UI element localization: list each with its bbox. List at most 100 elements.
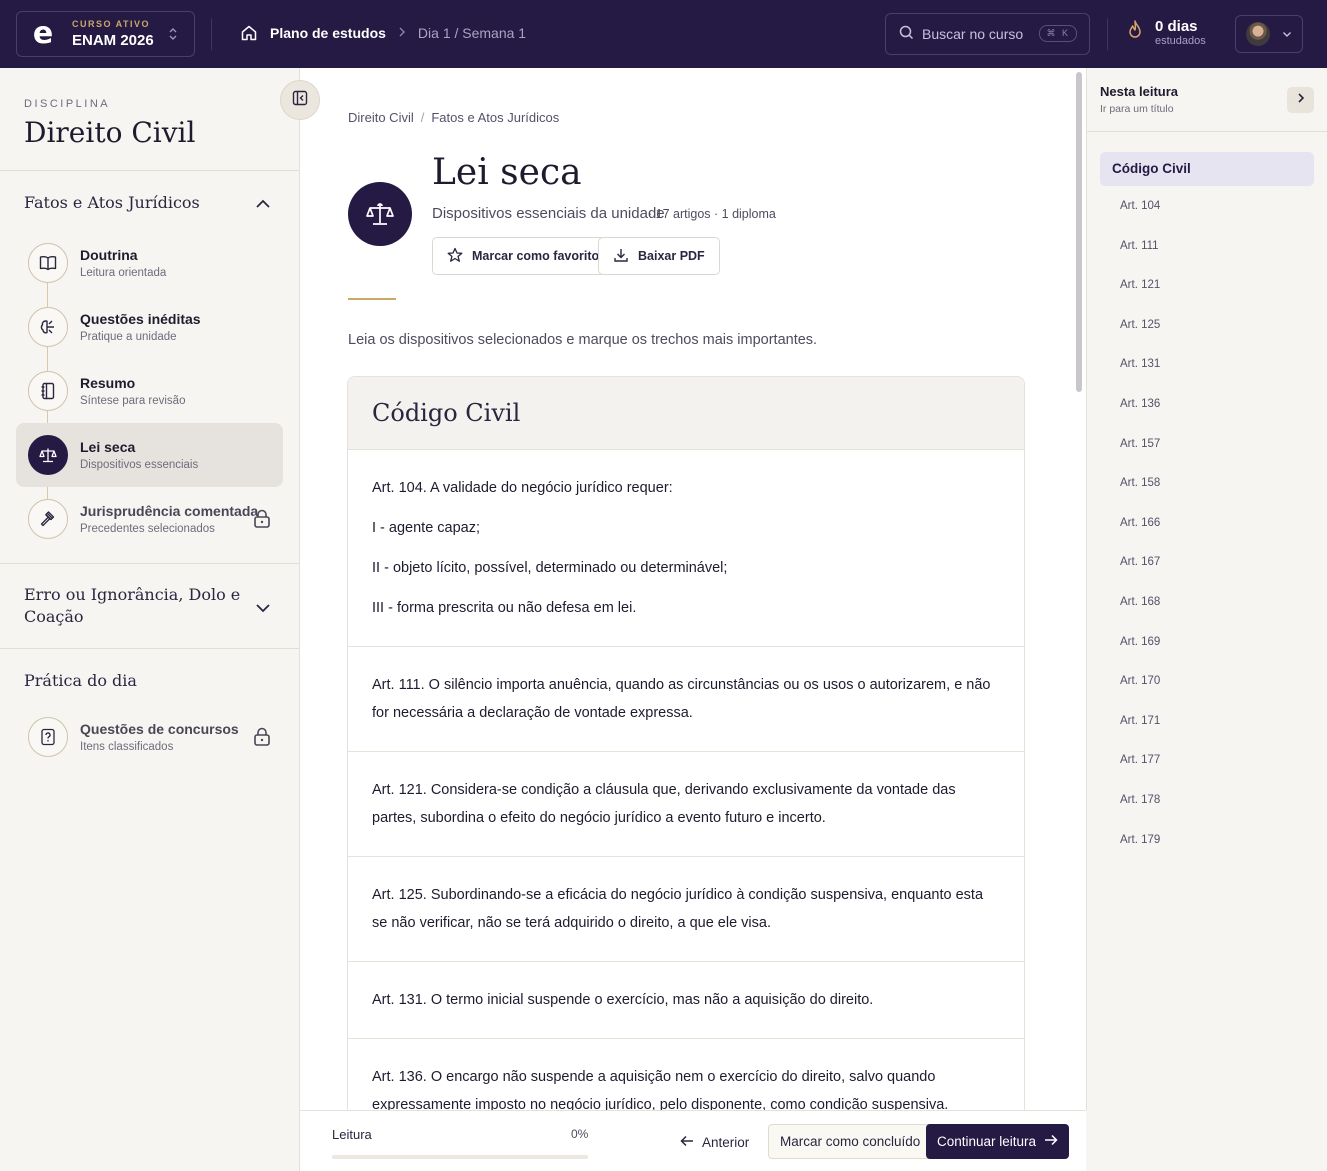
brain-icon bbox=[28, 307, 68, 347]
continue-label: Continuar leitura bbox=[937, 1134, 1037, 1149]
item-subtitle: Itens classificados bbox=[80, 741, 174, 753]
main-scrollbar[interactable] bbox=[1072, 68, 1087, 1110]
toc-item[interactable]: Art. 167 bbox=[1120, 554, 1160, 594]
scrollbar-thumb[interactable] bbox=[1076, 72, 1082, 392]
toc-item[interactable]: Art. 158 bbox=[1120, 475, 1160, 515]
toc-item[interactable]: Art. 136 bbox=[1120, 396, 1160, 436]
sidebar-item-jurisprudencia[interactable]: Jurisprudência comentada Precedentes sel… bbox=[16, 487, 283, 551]
chevron-down-icon[interactable] bbox=[255, 600, 271, 618]
toc-item[interactable]: Art. 177 bbox=[1120, 752, 1160, 792]
toc-item[interactable]: Art. 111 bbox=[1120, 238, 1160, 278]
article-111[interactable]: Art. 111. O silêncio importa anuência, q… bbox=[348, 647, 1024, 752]
notebook-icon bbox=[28, 371, 68, 411]
favorite-button[interactable]: Marcar como favorito bbox=[432, 237, 615, 275]
book-icon bbox=[28, 243, 68, 283]
page-subtitle: Dispositivos essenciais da unidade bbox=[432, 205, 665, 222]
main-content: Direito Civil / Fatos e Atos Jurídicos L… bbox=[300, 68, 1072, 1171]
toc-item[interactable]: Art. 121 bbox=[1120, 277, 1160, 317]
study-streak: 0 dias estudados bbox=[1125, 18, 1206, 47]
section-erro-ignorancia[interactable]: Erro ou Ignorância, Dolo e Coação bbox=[24, 584, 244, 628]
top-navigation-bar: e CURSO ATIVO ENAM 2026 Plano de estudos… bbox=[0, 0, 1327, 68]
sidebar-item-questoes-ineditas[interactable]: Questões inéditas Pratique a unidade bbox=[16, 295, 283, 359]
sidebar-item-lei-seca[interactable]: Lei seca Dispositivos essenciais bbox=[16, 423, 283, 487]
chevron-up-icon[interactable] bbox=[255, 196, 271, 214]
sidebar-item-questoes-concursos[interactable]: Questões de concursos Itens classificado… bbox=[16, 705, 283, 769]
article-text: Art. 131. O termo inicial suspende o exe… bbox=[372, 992, 874, 1008]
article-text: Art. 104. A validade do negócio jurídico… bbox=[372, 480, 673, 496]
scales-icon bbox=[348, 182, 412, 246]
divider bbox=[1087, 131, 1327, 132]
divider bbox=[0, 648, 299, 649]
breadcrumb-item[interactable]: Direito Civil bbox=[348, 110, 414, 125]
item-subtitle: Precedentes selecionados bbox=[80, 523, 215, 535]
item-title: Questões inéditas bbox=[80, 311, 201, 327]
avatar bbox=[1246, 22, 1270, 46]
arrow-left-icon bbox=[680, 1135, 694, 1150]
toc-item[interactable]: Art. 125 bbox=[1120, 317, 1160, 357]
bottom-action-bar: Leitura 0% Anterior Marcar como concluíd… bbox=[300, 1110, 1086, 1171]
law-card: Código Civil Art. 104. A validade do neg… bbox=[347, 376, 1025, 1171]
section-fatos-atos[interactable]: Fatos e Atos Jurídicos bbox=[24, 192, 200, 214]
item-title: Resumo bbox=[80, 375, 136, 391]
search-icon bbox=[899, 25, 914, 43]
breadcrumb-item[interactable]: Fatos e Atos Jurídicos bbox=[431, 110, 559, 125]
course-switcher[interactable]: e CURSO ATIVO ENAM 2026 bbox=[16, 11, 195, 57]
item-subtitle: Síntese para revisão bbox=[80, 395, 186, 407]
article-104[interactable]: Art. 104. A validade do negócio jurídico… bbox=[348, 450, 1024, 647]
toc-item[interactable]: Art. 169 bbox=[1120, 634, 1160, 674]
course-name: ENAM 2026 bbox=[72, 32, 154, 49]
toc-item[interactable]: Art. 170 bbox=[1120, 673, 1160, 713]
continue-reading-button[interactable]: Continuar leitura bbox=[926, 1124, 1070, 1159]
top-breadcrumb: Plano de estudos Dia 1 / Semana 1 bbox=[240, 24, 526, 42]
left-sidebar: DISCIPLINA Direito Civil Fatos e Atos Ju… bbox=[0, 68, 300, 1171]
toc-item[interactable]: Art. 168 bbox=[1120, 594, 1160, 634]
table-of-contents: Nesta leitura Ir para um título Código C… bbox=[1087, 68, 1327, 1171]
collapse-sidebar-button[interactable] bbox=[280, 80, 320, 120]
item-title: Questões de concursos bbox=[80, 721, 239, 737]
streak-label: estudados bbox=[1155, 35, 1206, 47]
page-meta: · 17 artigos · 1 diploma bbox=[648, 207, 776, 221]
lock-icon bbox=[253, 727, 271, 752]
chevron-up-down-icon bbox=[168, 26, 178, 43]
article-125[interactable]: Art. 125. Subordinando-se a eficácia do … bbox=[348, 857, 1024, 962]
article-text: Art. 125. Subordinando-se a eficácia do … bbox=[372, 887, 984, 931]
toc-item[interactable]: Art. 179 bbox=[1120, 832, 1160, 872]
toc-item-codigo-civil[interactable]: Código Civil bbox=[1100, 152, 1314, 186]
sidebar-item-resumo[interactable]: Resumo Síntese para revisão bbox=[16, 359, 283, 423]
chevron-right-icon bbox=[398, 25, 406, 41]
scales-icon bbox=[28, 435, 68, 475]
discipline-title: Direito Civil bbox=[24, 116, 196, 149]
previous-button[interactable]: Anterior bbox=[680, 1125, 749, 1159]
item-title: Doutrina bbox=[80, 247, 138, 263]
item-title: Jurisprudência comentada bbox=[80, 503, 259, 519]
download-pdf-button[interactable]: Baixar PDF bbox=[598, 237, 720, 275]
favorite-label: Marcar como favorito bbox=[472, 249, 600, 263]
accent-rule bbox=[348, 298, 396, 300]
gavel-icon bbox=[28, 499, 68, 539]
breadcrumb-study-plan[interactable]: Plano de estudos bbox=[270, 25, 386, 41]
divider bbox=[211, 18, 212, 50]
chevron-right-icon bbox=[1297, 91, 1305, 109]
toc-toggle-button[interactable] bbox=[1287, 87, 1314, 113]
toc-item[interactable]: Art. 131 bbox=[1120, 356, 1160, 396]
item-title: Lei seca bbox=[80, 439, 136, 455]
toc-item[interactable]: Art. 157 bbox=[1120, 436, 1160, 476]
article-text: III - forma prescrita ou não defesa em l… bbox=[372, 600, 637, 616]
sidebar-item-doutrina[interactable]: Doutrina Leitura orientada bbox=[16, 231, 283, 295]
article-121[interactable]: Art. 121. Considera-se condição a cláusu… bbox=[348, 752, 1024, 857]
toc-item[interactable]: Art. 178 bbox=[1120, 792, 1160, 832]
user-menu-button[interactable] bbox=[1235, 15, 1303, 53]
toc-subtitle: Ir para um título bbox=[1100, 103, 1174, 115]
mark-complete-button[interactable]: Marcar como concluído bbox=[768, 1124, 933, 1159]
search-input[interactable]: Buscar no curso ⌘ K bbox=[885, 13, 1090, 55]
discipline-label: DISCIPLINA bbox=[24, 98, 111, 110]
home-icon[interactable] bbox=[240, 24, 258, 42]
intro-text: Leia os dispositivos selecionados e marq… bbox=[348, 332, 818, 348]
section-pratica-do-dia: Prática do dia bbox=[24, 671, 137, 690]
article-131[interactable]: Art. 131. O termo inicial suspende o exe… bbox=[348, 962, 1024, 1039]
toc-title: Nesta leitura bbox=[1100, 84, 1179, 99]
star-icon bbox=[447, 247, 463, 266]
toc-item[interactable]: Art. 104 bbox=[1120, 198, 1160, 238]
toc-item[interactable]: Art. 171 bbox=[1120, 713, 1160, 753]
toc-item[interactable]: Art. 166 bbox=[1120, 515, 1160, 555]
